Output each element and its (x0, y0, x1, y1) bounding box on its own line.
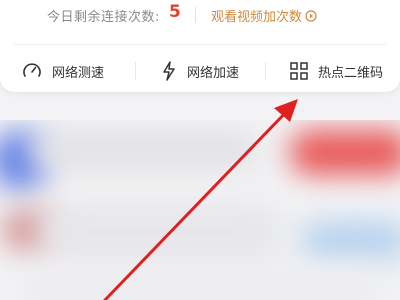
network-speed-test-label: 网络测速 (52, 65, 105, 81)
blurred-block (300, 220, 400, 260)
watch-video-button[interactable]: 观看视频加次数 (211, 6, 317, 25)
speedometer-icon (23, 63, 41, 77)
blurred-block (290, 130, 400, 175)
remaining-connections-row: 今日剩余连接次数: 5 观看视频加次数 (0, 0, 400, 34)
qr-code-icon (290, 62, 308, 80)
hotspot-qr-code-button[interactable]: 热点二维码 (290, 60, 383, 82)
section-divider (14, 44, 386, 45)
watch-video-label: 观看视频加次数 (211, 10, 303, 25)
blurred-block (30, 130, 260, 170)
lightning-icon (163, 61, 175, 81)
play-circle-icon (305, 9, 317, 22)
remaining-connections-count: 5 (169, 2, 181, 22)
remaining-connections-label: 今日剩余连接次数: (47, 10, 160, 25)
network-boost-label: 网络加速 (187, 65, 240, 81)
network-boost-button[interactable]: 网络加速 (161, 60, 239, 82)
status-card: 今日剩余连接次数: 5 观看视频加次数 网络测速 网络加速 热点二维码 (0, 0, 400, 92)
divider (195, 7, 196, 23)
network-speed-test-button[interactable]: 网络测速 (22, 60, 104, 82)
divider (135, 62, 136, 80)
divider (265, 62, 266, 80)
blurred-block (40, 205, 280, 260)
blurred-content-area (0, 120, 400, 300)
hotspot-qr-code-label: 热点二维码 (318, 65, 384, 81)
blurred-block (20, 270, 380, 300)
